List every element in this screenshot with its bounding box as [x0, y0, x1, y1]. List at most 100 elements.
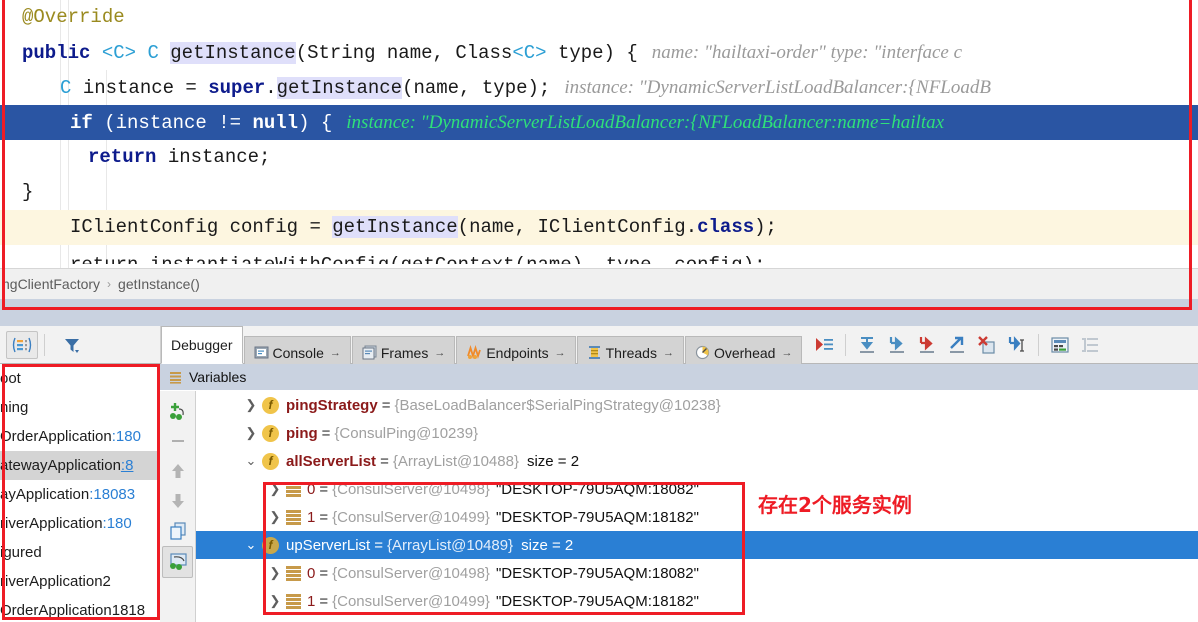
close-brace: } [22, 181, 34, 203]
equals-sign: = [319, 564, 329, 582]
if-condition: (instance != [104, 112, 253, 134]
class-type-param: <C> [512, 42, 547, 64]
tab-debugger[interactable]: Debugger [161, 326, 243, 364]
add-watch-icon[interactable] [163, 396, 192, 426]
keyword-class: class [697, 216, 755, 238]
console-icon [254, 346, 268, 359]
restore-layout-icon[interactable] [6, 330, 38, 359]
variable-row[interactable]: ❯ 1 = {ConsulServer@10499} "DESKTOP-79U5… [196, 503, 1198, 531]
code-line-if-instance[interactable]: if (instance != null) {instance: "Dynami… [0, 105, 1198, 140]
force-step-into-icon[interactable] [912, 330, 942, 360]
clientconfig-decl: IClientConfig config = [70, 216, 333, 238]
detach-icon[interactable]: → [663, 347, 674, 359]
move-down-icon[interactable] [163, 486, 192, 516]
annotation-note: 存在2个服务实例 [758, 493, 912, 517]
variable-size: size = 2 [521, 536, 574, 554]
list-item[interactable]: OrderApplication1818 [0, 596, 159, 617]
detach-icon[interactable]: → [555, 347, 566, 359]
variable-reference: {ConsulServer@10499} [332, 508, 490, 526]
dot: . [265, 77, 277, 99]
field-icon: f [262, 536, 279, 554]
step-into-icon[interactable] [882, 330, 912, 360]
window-splitter[interactable] [0, 299, 1198, 326]
list-item[interactable]: ning [0, 393, 159, 422]
expand-arrow-icon[interactable]: ❯ [264, 509, 286, 525]
equals-sign: = [380, 452, 389, 470]
step-out-icon[interactable] [942, 330, 972, 360]
variable-row[interactable]: ❯ 0 = {ConsulServer@10498} "DESKTOP-79U5… [196, 475, 1198, 503]
return-type-c: C [136, 42, 171, 64]
variables-tree[interactable]: ❯ f pingStrategy = {BaseLoadBalancer$Ser… [196, 391, 1198, 617]
toolbar-divider [845, 333, 847, 356]
copy-value-icon[interactable] [163, 516, 192, 546]
list-item[interactable]: riverApplication2 [0, 567, 159, 596]
type-c: C [60, 77, 83, 99]
tab-frames-label: Frames [380, 344, 429, 361]
variable-row[interactable]: ❯ f pingStrategy = {BaseLoadBalancer$Ser… [196, 391, 1198, 419]
list-item[interactable]: OrderApplication:180 [0, 422, 159, 451]
code-line-clipped[interactable]: return instantiateWithConfig(getContext(… [0, 248, 1198, 264]
variable-row[interactable]: ⌄ f allServerList = {ArrayList@10488} si… [196, 447, 1198, 475]
detach-icon[interactable]: → [330, 347, 341, 359]
breadcrumb[interactable]: ngClientFactory › getInstance() [0, 268, 1198, 300]
collapse-arrow-icon[interactable]: ⌄ [240, 537, 262, 553]
list-item[interactable]: ayApplication:18083 [0, 480, 159, 509]
variable-index: 1 [307, 592, 316, 610]
run-to-cursor-icon[interactable] [1002, 330, 1032, 360]
breadcrumb-method[interactable]: getInstance() [118, 276, 200, 292]
variable-index: 0 [307, 480, 316, 498]
inlay-hint-instance: instance: "DynamicServerListLoadBalancer… [564, 77, 991, 98]
variable-row[interactable]: ❯ f ping = {ConsulPing@10239} [196, 419, 1198, 447]
trace-current-stream-icon[interactable] [1075, 330, 1105, 360]
clientconfig-end: ); [754, 216, 777, 238]
variables-pane: Variables ❯ f pingStrategy = {BaseLoadBa… [160, 364, 1198, 622]
variable-size: size = 2 [526, 452, 580, 470]
variable-reference: {ArrayList@10488} [392, 452, 519, 470]
expand-arrow-icon[interactable]: ❯ [264, 593, 286, 609]
code-editor[interactable]: @Override public <C> C getInstance(Strin… [0, 0, 1198, 268]
code-line-close-brace[interactable]: } [0, 175, 1198, 210]
code-line-override[interactable]: @Override [0, 0, 1198, 35]
equals-sign: = [319, 508, 329, 526]
code-line-signature[interactable]: public <C> C getInstance(String name, Cl… [0, 35, 1198, 70]
run-configuration-list[interactable]: oot ning OrderApplication:180 atewayAppl… [0, 364, 160, 617]
expand-arrow-icon[interactable]: ❯ [264, 565, 286, 581]
equals-sign: = [374, 536, 383, 554]
move-up-icon[interactable] [163, 456, 192, 486]
variable-reference: {BaseLoadBalancer$SerialPingStrategy@102… [394, 396, 721, 414]
expand-arrow-icon[interactable]: ❯ [240, 397, 262, 413]
show-execution-point-icon[interactable] [809, 330, 839, 360]
evaluate-expression-icon[interactable] [1045, 330, 1075, 360]
collapse-arrow-icon[interactable]: ⌄ [240, 453, 262, 469]
filter-icon[interactable] [57, 332, 87, 358]
remove-watch-icon[interactable] [163, 426, 192, 456]
expand-arrow-icon[interactable]: ❯ [240, 425, 262, 441]
step-over-icon[interactable] [852, 330, 882, 360]
show-watches-in-variables-icon[interactable] [162, 546, 193, 578]
list-item-label: ning [0, 399, 29, 416]
list-item-port: :180 [102, 515, 132, 532]
code-line-return-instance[interactable]: return instance; [0, 140, 1198, 175]
debug-tab-bar: Debugger Console → Frames → Endpoints → … [161, 326, 803, 368]
tab-endpoints-label: Endpoints [486, 344, 549, 361]
params-close: type) { [546, 42, 638, 64]
field-icon: f [262, 452, 279, 470]
code-line-instance-assign[interactable]: C instance = super.getInstance(name, typ… [0, 70, 1198, 105]
detach-icon[interactable]: → [781, 347, 792, 359]
list-item[interactable]: riverApplication:180 [0, 509, 159, 538]
variable-row[interactable]: ❯ 1 = {ConsulServer@10499} "DESKTOP-79U5… [196, 587, 1198, 615]
list-item[interactable]: igured [0, 538, 159, 567]
list-item-port: :8 [120, 457, 134, 474]
breadcrumb-class[interactable]: ngClientFactory [2, 276, 100, 292]
if-close: ) { [298, 112, 333, 134]
equals-sign: = [319, 592, 329, 610]
code-line-clientconfig[interactable]: IClientConfig config = getInstance(name,… [0, 210, 1198, 245]
list-item-selected[interactable]: atewayApplication:8 [0, 451, 159, 480]
variable-row[interactable]: ❯ 0 = {ConsulServer@10498} "DESKTOP-79U5… [196, 559, 1198, 587]
expand-arrow-icon[interactable]: ❯ [264, 481, 286, 497]
list-item[interactable]: oot [0, 364, 159, 393]
variable-row-selected[interactable]: ⌄ f upServerList = {ArrayList@10489} siz… [196, 531, 1198, 559]
detach-icon[interactable]: → [434, 347, 445, 359]
variable-reference: {ConsulPing@10239} [334, 424, 479, 442]
drop-frame-icon[interactable] [972, 330, 1002, 360]
